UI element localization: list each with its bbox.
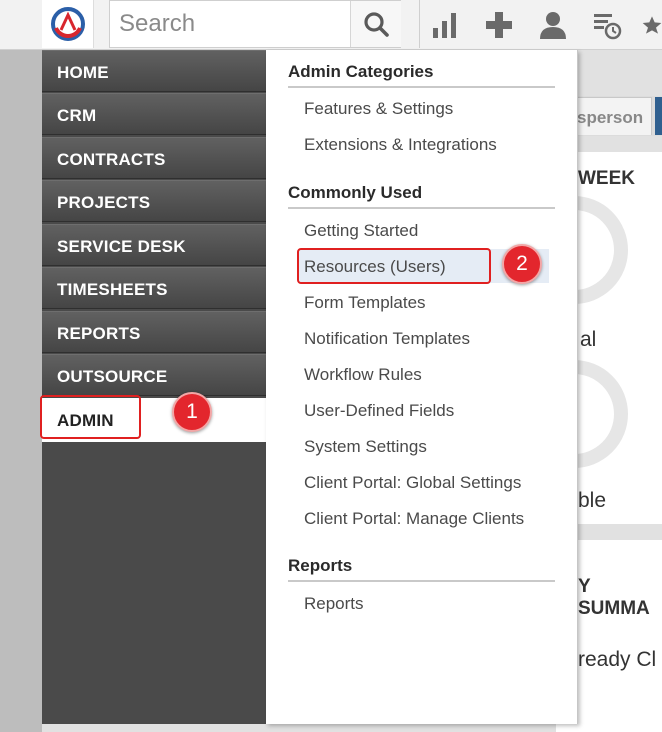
menu-link-reports[interactable]: Reports — [304, 594, 364, 614]
callout-box-resources — [297, 248, 491, 284]
section-commonly-used: Commonly Used — [288, 179, 555, 209]
menu-link-user-defined-fields[interactable]: User-Defined Fields — [304, 401, 454, 421]
menu-link-client-portal-global-settings[interactable]: Client Portal: Global Settings — [304, 473, 521, 493]
logo-icon — [50, 7, 85, 41]
background-label: ble — [578, 489, 607, 512]
background-heading: WEEK — [578, 168, 635, 189]
nav-item-home[interactable]: HOME — [42, 50, 266, 92]
background-heading: Y SUMMA — [578, 576, 650, 619]
callout-box-admin — [40, 395, 141, 439]
nav-item-reports[interactable]: REPORTS — [42, 311, 266, 353]
bar-chart-icon[interactable] — [428, 8, 462, 42]
callout-badge-1: 1 — [172, 392, 212, 432]
menu-link-getting-started[interactable]: Getting Started — [304, 221, 418, 241]
callout-badge-2: 2 — [502, 244, 542, 284]
menu-link-form-templates[interactable]: Form Templates — [304, 293, 426, 313]
background-label: al — [580, 328, 597, 351]
nav-item-service-desk[interactable]: SERVICE DESK — [42, 224, 266, 266]
plus-icon[interactable] — [482, 8, 516, 42]
toolbar-divider — [419, 0, 420, 48]
nav-item-timesheets[interactable]: TIMESHEETS — [42, 267, 266, 309]
nav-item-outsource[interactable]: OUTSOURCE — [42, 354, 266, 396]
admin-menu-panel: Admin Categories Features & Settings Ext… — [266, 50, 578, 724]
nav-item-contracts[interactable]: CONTRACTS — [42, 137, 266, 179]
app-logo[interactable] — [42, 0, 94, 48]
menu-link-workflow-rules[interactable]: Workflow Rules — [304, 365, 422, 385]
menu-link-client-portal-manage-clients[interactable]: Client Portal: Manage Clients — [304, 509, 524, 529]
list-clock-icon[interactable] — [590, 8, 624, 42]
top-bar — [0, 0, 662, 50]
search-box — [109, 0, 401, 48]
background-label: ready Cl — [578, 648, 657, 671]
menu-link-extensions-integrations[interactable]: Extensions & Integrations — [304, 135, 497, 155]
menu-link-system-settings[interactable]: System Settings — [304, 437, 427, 457]
star-icon[interactable] — [642, 8, 662, 42]
search-icon — [364, 12, 389, 37]
menu-link-notification-templates[interactable]: Notification Templates — [304, 329, 470, 349]
section-reports: Reports — [288, 552, 555, 582]
menu-link-features-settings[interactable]: Features & Settings — [304, 99, 453, 119]
search-button[interactable] — [350, 1, 401, 47]
search-input[interactable] — [110, 1, 350, 47]
section-admin-categories: Admin Categories — [288, 58, 555, 88]
page-gutter — [0, 50, 42, 732]
nav-item-crm[interactable]: CRM — [42, 93, 266, 135]
user-icon[interactable] — [536, 8, 570, 42]
nav-item-projects[interactable]: PROJECTS — [42, 180, 266, 222]
background-tab-active[interactable] — [655, 97, 662, 135]
main-nav: HOME CRM CONTRACTS PROJECTS SERVICE DESK… — [42, 50, 266, 724]
